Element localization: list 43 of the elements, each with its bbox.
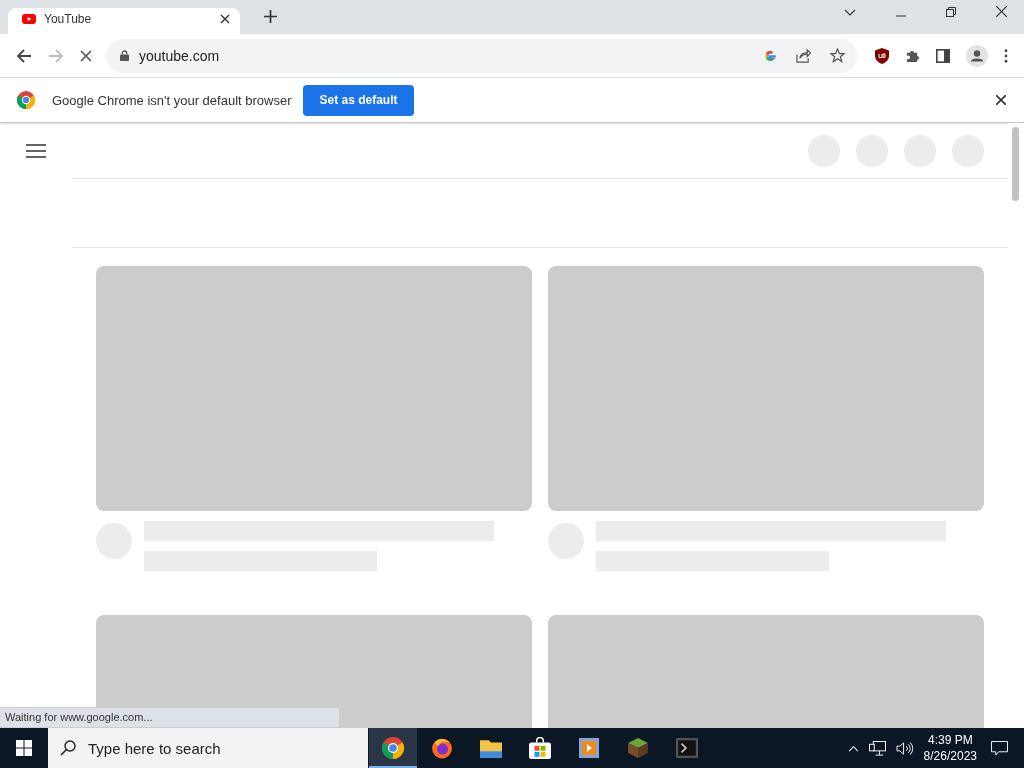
lock-icon bbox=[120, 50, 129, 61]
taskbar-search-field[interactable]: Type here to search bbox=[48, 728, 368, 768]
g-logo-icon[interactable] bbox=[763, 48, 777, 63]
restore-icon[interactable] bbox=[946, 7, 956, 17]
play-tile-icon bbox=[579, 738, 599, 758]
taskbar-app[interactable] bbox=[369, 728, 417, 768]
url-text: youtube.com bbox=[139, 47, 220, 64]
stop-icon[interactable] bbox=[80, 49, 92, 62]
shield-icon[interactable] bbox=[875, 47, 889, 64]
tab-title: YouTube bbox=[44, 12, 93, 26]
new-tab-plus-icon[interactable] bbox=[264, 10, 277, 23]
speaker-icon[interactable] bbox=[895, 740, 913, 756]
chevron-up-icon[interactable] bbox=[847, 744, 859, 752]
chevron-down-icon[interactable] bbox=[844, 9, 856, 17]
terminal-icon bbox=[676, 738, 698, 758]
menu-icon[interactable] bbox=[26, 144, 46, 158]
address-bar[interactable]: youtube.com bbox=[106, 38, 857, 73]
notification-icon[interactable] bbox=[991, 740, 1008, 756]
back-arrow-icon[interactable] bbox=[16, 47, 32, 64]
set-default-button[interactable]: Set as default bbox=[303, 84, 414, 116]
chrome-logo-icon bbox=[17, 91, 35, 109]
network-icon[interactable] bbox=[868, 740, 886, 756]
chrome-logo-icon bbox=[382, 737, 404, 759]
star-icon[interactable] bbox=[830, 48, 845, 63]
profile-icon[interactable] bbox=[966, 44, 988, 67]
grass-block-icon bbox=[627, 737, 649, 759]
menu-icon[interactable] bbox=[1004, 48, 1008, 63]
fox-globe-icon bbox=[431, 737, 453, 759]
browser-tab[interactable]: YouTube bbox=[8, 8, 240, 34]
play-logo-icon bbox=[22, 14, 36, 24]
clock-date[interactable]: 8/26/2023 bbox=[923, 748, 977, 764]
side-panel-icon[interactable] bbox=[936, 48, 950, 63]
share-icon[interactable] bbox=[796, 48, 811, 63]
clock-time[interactable]: 4:39 PM bbox=[927, 732, 973, 748]
infobar-message: Google Chrome isn't your default browser bbox=[52, 92, 292, 108]
shopping-bag-icon bbox=[529, 737, 551, 759]
status-bubble: Waiting for www.google.com... bbox=[0, 707, 340, 728]
windows-start-icon[interactable] bbox=[16, 740, 32, 756]
close-icon[interactable] bbox=[996, 6, 1007, 17]
puzzle-icon[interactable] bbox=[905, 48, 920, 63]
close-icon[interactable] bbox=[220, 14, 230, 24]
close-icon[interactable] bbox=[996, 95, 1006, 105]
folder-icon bbox=[480, 738, 502, 758]
